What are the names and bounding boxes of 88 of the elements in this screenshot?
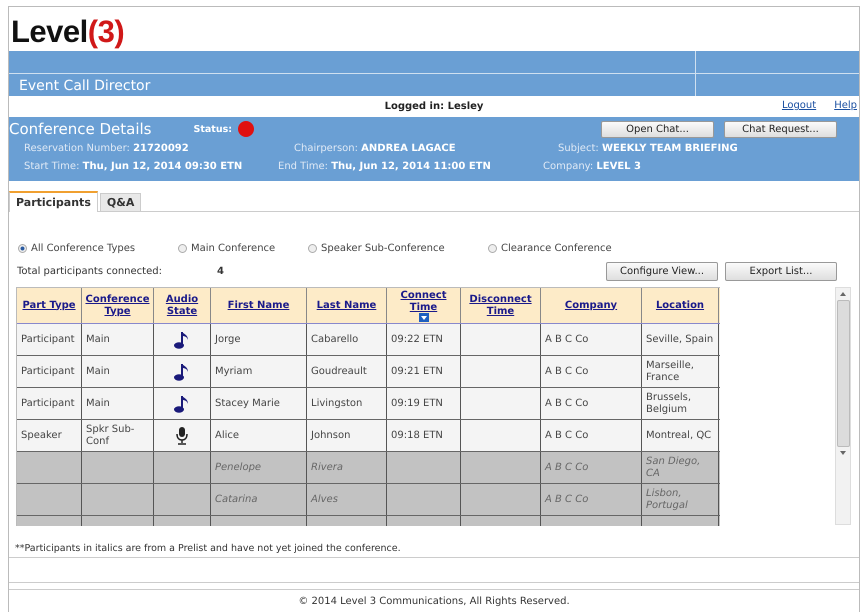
table-cell: Stacey Marie — [215, 398, 280, 410]
radio-option[interactable]: Main Conference — [178, 242, 308, 254]
table-cell: Participant — [21, 366, 75, 378]
column-header[interactable]: Connect Time — [387, 290, 460, 314]
table-row[interactable]: Participant Main Jorge Cabarello 09:22 ETN A B C Co Seville, Spain — [17, 324, 720, 356]
table-cell: A B C Co — [545, 398, 588, 410]
table-cell: Participant — [21, 398, 75, 410]
detail-field: Reservation Number: 21720092 — [24, 142, 294, 154]
table-cell: Seville, Spain — [646, 334, 714, 346]
column-header[interactable]: First Name — [228, 300, 290, 312]
footnote: **Participants in italics are from a Prelist and have not yet joined the conference. — [15, 543, 402, 554]
column-header[interactable]: Last Name — [316, 300, 376, 312]
radio-option[interactable]: All Conference Types — [18, 242, 178, 254]
table-cell: Jorge — [215, 334, 241, 346]
scroll-up-icon[interactable] — [840, 292, 846, 296]
table-cell: Alice — [215, 430, 240, 442]
table-cell-text: Spkr Sub-Conf — [86, 424, 136, 448]
radio-button[interactable] — [308, 244, 317, 252]
music-note-icon — [173, 362, 191, 382]
radio-button[interactable] — [178, 244, 187, 252]
action-button[interactable]: Configure View... — [606, 262, 718, 280]
music-note-icon — [173, 394, 191, 414]
table-cell: Myriam — [215, 366, 252, 378]
radio-option[interactable]: Clearance Conference — [488, 242, 612, 254]
logo: Level(3) — [11, 15, 124, 49]
scroll-down-icon[interactable] — [840, 451, 846, 455]
radio-button[interactable] — [18, 244, 27, 252]
table-cell: 09:21 ETN — [391, 366, 443, 378]
table-cell: A B C Co — [545, 366, 588, 378]
column-header[interactable]: Location — [656, 300, 704, 312]
table-cell: Main — [86, 334, 110, 346]
column-header[interactable]: Company — [564, 300, 618, 312]
table-cell: Johnson — [311, 430, 350, 442]
action-button[interactable]: Export List... — [725, 262, 837, 280]
table-cell: A B C Co — [545, 462, 588, 474]
copyright-text: © 2014 Level 3 Communications, All Rights Reserved. — [298, 596, 570, 606]
tab[interactable]: Q&A — [100, 193, 142, 211]
table-cell: Livingston — [311, 398, 362, 410]
column-header[interactable]: Disconnect Time — [461, 294, 540, 318]
logged-in-text: Logged in: Lesley — [384, 101, 484, 112]
table-row[interactable]: Participant Main Stacey Marie Livingston 09:19 ETN A B C Co Brussels, Belgium — [17, 388, 720, 420]
column-header[interactable]: Conference Type — [82, 294, 153, 318]
scrollbar[interactable] — [835, 287, 851, 525]
table-cell: Main — [86, 398, 110, 410]
table-cell-text: Lisbon, Portugal — [646, 488, 689, 512]
table-cell: Cabarello — [311, 334, 358, 346]
detail-field: Start Time: Thu, Jun 12, 2014 09:30 ETN — [24, 160, 278, 172]
table-cell: Catarina — [215, 494, 258, 506]
music-note-icon — [173, 330, 191, 350]
tab[interactable]: Participants — [9, 191, 98, 212]
total-label: Total participants connected: — [17, 266, 163, 276]
detail-field: Company: LEVEL 3 — [543, 160, 641, 172]
status-label: Status: — [194, 124, 232, 134]
microphone-icon — [175, 426, 189, 446]
table-cell-text: Brussels, Belgium — [646, 392, 692, 416]
table-cell: 09:18 ETN — [391, 430, 443, 442]
chat-button[interactable]: Open Chat... — [601, 120, 714, 138]
table-cell: Speaker — [21, 430, 62, 442]
table-cell: Montreal, QC — [646, 430, 712, 442]
radio-option[interactable]: Speaker Sub-Conference — [308, 242, 488, 254]
table-cell: Rivera — [311, 462, 344, 474]
table-row[interactable]: Speaker Spkr Sub-Conf Alice Johnson 09:18 ETN A B C Co Montreal, QC — [17, 420, 720, 452]
detail-field: End Time: Thu, Jun 12, 2014 11:00 ETN — [278, 160, 543, 172]
sort-icon[interactable] — [418, 312, 428, 322]
table-cell: Main — [86, 366, 110, 378]
detail-field: Subject: WEEKLY TEAM BRIEFING — [558, 142, 738, 154]
radio-button[interactable] — [488, 244, 497, 252]
section-title: Conference Details — [9, 120, 152, 138]
table-cell: 09:22 ETN — [391, 334, 443, 346]
table-cell: A B C Co — [545, 334, 588, 346]
table-cell: Goudreault — [311, 366, 367, 378]
table-cell: Participant — [21, 334, 75, 346]
table-cell: A B C Co — [545, 494, 588, 506]
table-cell-text: Marseille, France — [646, 360, 695, 384]
table-cell: Alves — [311, 494, 338, 506]
table-row[interactable]: Participant Main Myriam Goudreault 09:21 ETN A B C Co Marseille, France — [17, 356, 720, 388]
total-count: 4 — [217, 266, 224, 276]
column-header[interactable]: Audio State — [154, 294, 210, 318]
table-cell: 09:19 ETN — [391, 398, 443, 410]
chat-button[interactable]: Chat Request... — [724, 120, 837, 138]
detail-field: Chairperson: ANDREA LAGACE — [294, 142, 558, 154]
column-header[interactable]: Part Type — [22, 300, 76, 312]
header-link[interactable]: Logout — [782, 100, 816, 111]
app-title: Event Call Director — [19, 77, 150, 96]
table-cell: A B C Co — [545, 430, 588, 442]
table-cell-text: San Diego, CA — [646, 456, 702, 480]
table-cell: Penelope — [215, 462, 262, 474]
header-link[interactable]: Help — [834, 100, 857, 111]
